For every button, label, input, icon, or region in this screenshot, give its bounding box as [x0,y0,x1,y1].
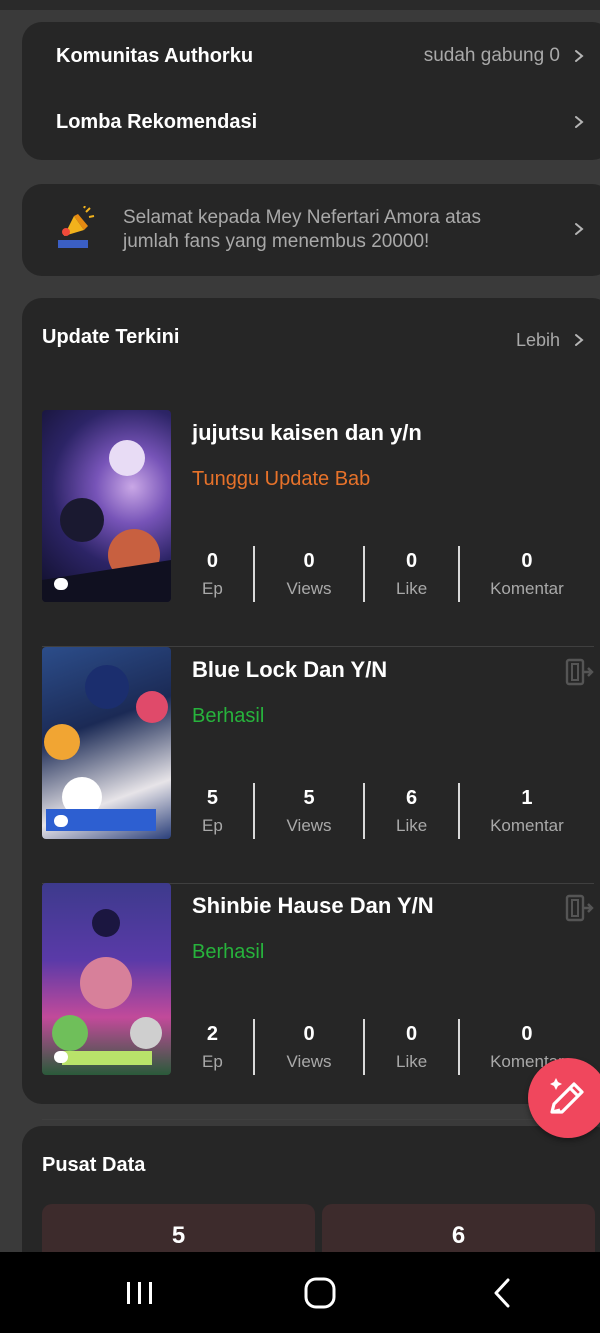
views-count: 0 [303,550,315,572]
announcement-text: Selamat kepada Mey Nefertari Amora atas … [123,207,482,252]
story-cover[interactable] [42,647,171,839]
chevron-right-icon [572,49,586,63]
recommendation-contest-title: Lomba Rekomendasi [56,110,258,133]
story-item[interactable]: Blue Lock Dan Y/N Berhasil 5 Ep 5 Views 6 L… [42,647,594,884]
views-label: Views [286,579,332,598]
chevron-right-icon[interactable] [572,333,586,347]
community-title: Komunitas Authorku [56,44,254,67]
latest-updates-title: Update Terkini [42,326,180,348]
chevron-right-icon [572,115,586,129]
story-item[interactable]: jujutsu kaisen dan y/n Tunggu Update Bab… [42,410,594,647]
chat-bubble-icon [54,1051,68,1063]
episode-count: 5 [206,787,218,809]
views-count: 0 [303,1023,315,1045]
story-stats: 0 Ep 0 Views 0 Like 0 Komentar [172,546,594,602]
pencil-sparkle-icon [550,1078,584,1114]
like-label: Like [395,1052,428,1071]
comment-label: Komentar [490,816,564,835]
like-count: 0 [406,1023,418,1045]
views-label: Views [286,816,332,835]
megaphone-icon [56,205,96,250]
community-joined-count: sudah gabung 0 [423,45,560,66]
episode-count: 2 [206,1023,218,1045]
more-link[interactable]: Lebih [516,330,560,351]
like-label: Like [395,816,428,835]
episode-count: 0 [206,550,218,572]
exit-icon[interactable] [564,893,594,923]
chat-bubble-icon [54,815,68,827]
like-count: 0 [406,550,418,572]
comment-count: 1 [521,787,533,809]
top-bar [0,0,600,10]
chat-bubble-icon [54,578,68,590]
latest-updates-card: Update Terkini Lebih jujutsu kaisen dan … [22,298,600,1120]
comment-count: 0 [521,550,533,572]
episode-label: Ep [202,1052,223,1071]
story-cover[interactable] [42,883,171,1075]
story-status: Berhasil [192,705,265,727]
data-center-title: Pusat Data [42,1154,146,1176]
like-label: Like [395,579,428,598]
story-title: jujutsu kaisen dan y/n [192,420,422,445]
story-status: Tunggu Update Bab [192,468,371,490]
comment-label: Komentar [490,579,564,598]
story-stats: 2 Ep 0 Views 0 Like 0 Komentar [172,1019,594,1075]
back-icon[interactable] [482,1276,522,1310]
like-count: 6 [406,787,418,809]
community-card: Komunitas Authorku sudah gabung 0 Lomba … [22,22,600,160]
episode-label: Ep [202,579,223,598]
recents-icon[interactable] [120,1276,160,1310]
row-divider [42,1119,594,1120]
chevron-right-icon [572,222,586,236]
story-status: Berhasil [192,941,265,963]
write-button[interactable] [528,1058,600,1138]
story-title: Blue Lock Dan Y/N [192,657,388,682]
home-icon[interactable] [300,1276,340,1310]
story-title: Shinbie Hause Dan Y/N [192,893,434,918]
system-nav-bar [0,1252,600,1333]
views-count: 5 [303,787,315,809]
views-label: Views [286,1052,332,1071]
story-stats: 5 Ep 5 Views 6 Like 1 Komentar [172,783,594,839]
story-cover[interactable] [42,410,171,602]
community-row[interactable]: Komunitas Authorku sudah gabung 0 [56,26,600,86]
recommendation-contest-row[interactable]: Lomba Rekomendasi [56,92,600,152]
exit-icon[interactable] [564,657,594,687]
story-item[interactable]: Shinbie Hause Dan Y/N Berhasil 2 Ep 0 View… [42,883,594,1120]
comment-count: 0 [521,1023,533,1045]
episode-label: Ep [202,816,223,835]
announcement-card[interactable]: Selamat kepada Mey Nefertari Amora atas … [22,184,600,276]
